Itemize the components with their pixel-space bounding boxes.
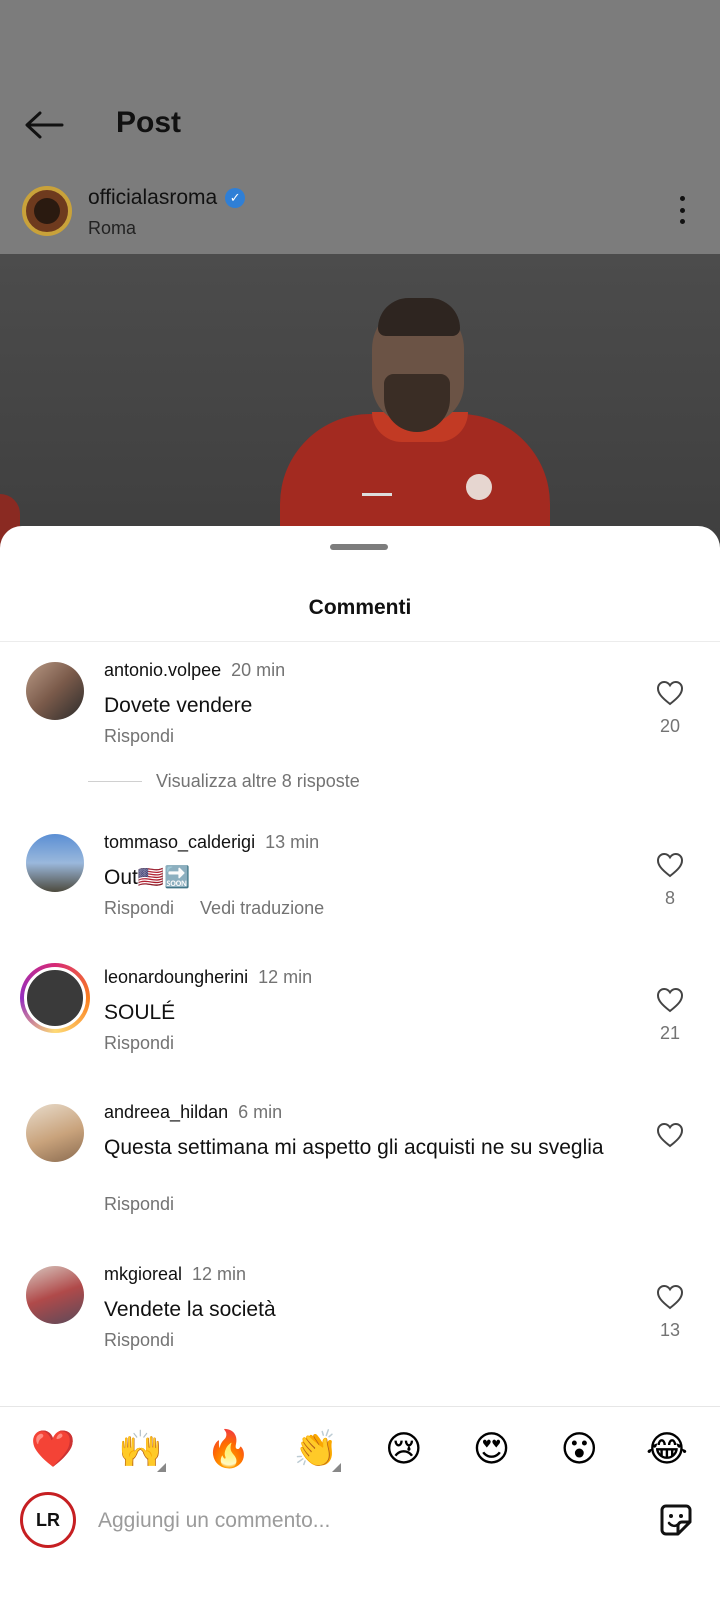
clapping-emoji-button[interactable]: 👏: [281, 1422, 351, 1478]
comment-username[interactable]: leonardoungherini: [104, 967, 248, 987]
like-count: 8: [664, 888, 675, 908]
comment-header: antonio.volpee 20 min: [104, 660, 285, 681]
comment-time: 20 min: [231, 660, 286, 680]
verified-badge-icon: ✓: [225, 188, 246, 208]
view-more-replies[interactable]: Visualizza altre 8 risposte: [88, 771, 360, 792]
reply-button[interactable]: Rispondi: [104, 726, 174, 747]
reply-button[interactable]: Rispondi: [104, 1330, 174, 1351]
comment-username[interactable]: tommaso_calderigi: [104, 832, 255, 852]
heart-eyes-emoji-button[interactable]: 😍: [457, 1422, 527, 1478]
commenter-avatar[interactable]: [26, 834, 84, 892]
comment-username[interactable]: andreea_hildan: [104, 1102, 228, 1122]
skin-tone-indicator-icon: [156, 1463, 166, 1472]
comment-header: tommaso_calderigi 13 min: [104, 832, 319, 853]
back-arrow-icon[interactable]: [24, 110, 64, 140]
sheet-drag-handle[interactable]: [330, 544, 388, 550]
like-control[interactable]: 20: [650, 680, 690, 737]
comment-username[interactable]: antonio.volpee: [104, 660, 221, 680]
quick-reactions-bar: ❤️ 🙌 🔥 👏 😢 😍 😮 😂: [18, 1422, 702, 1478]
page-title: Post: [116, 106, 182, 139]
account-username-label: officialasroma: [88, 186, 218, 209]
comment-time: 6 min: [238, 1102, 283, 1122]
surprised-emoji-button[interactable]: 😮: [544, 1422, 614, 1478]
comment-time: 12 min: [192, 1264, 247, 1284]
post-header: officialasroma ✓ Roma: [0, 178, 720, 250]
post-location[interactable]: Roma: [88, 218, 136, 239]
comment-username[interactable]: mkgioreal: [104, 1264, 182, 1284]
sticker-icon[interactable]: [656, 1500, 696, 1540]
comment-actions: Rispondi: [104, 726, 174, 747]
heart-icon[interactable]: [656, 852, 684, 878]
heart-icon[interactable]: [656, 1284, 684, 1310]
commenter-avatar: [24, 967, 86, 1029]
comment-time: 12 min: [258, 967, 313, 987]
reply-button[interactable]: Rispondi: [104, 1194, 174, 1215]
crying-emoji-button[interactable]: 😢: [369, 1422, 439, 1478]
more-options-icon[interactable]: [678, 196, 686, 224]
reply-button[interactable]: Rispondi: [104, 898, 174, 919]
comment-text: Vendete la società: [104, 1298, 276, 1321]
heart-icon[interactable]: [656, 680, 684, 706]
comment-header: mkgioreal 12 min: [104, 1264, 246, 1285]
like-control[interactable]: 21: [650, 987, 690, 1044]
commenter-avatar[interactable]: [26, 1266, 84, 1324]
like-count: 13: [659, 1320, 681, 1340]
heart-icon[interactable]: [656, 1122, 684, 1148]
skin-tone-indicator-icon: [332, 1463, 342, 1472]
comment-text: Dovete vendere: [104, 694, 253, 717]
divider: [0, 1406, 720, 1407]
like-control[interactable]: [650, 1122, 690, 1158]
comment-header: andreea_hildan 6 min: [104, 1102, 282, 1123]
comment-actions: Rispondi: [104, 1033, 174, 1054]
reply-button[interactable]: Rispondi: [104, 1033, 174, 1054]
comment-text: Questa settimana mi aspetto gli acquisti…: [104, 1136, 604, 1159]
comment-actions: Rispondi Vedi traduzione: [104, 898, 324, 919]
account-username[interactable]: officialasroma ✓: [88, 186, 246, 210]
comment-text: SOULÉ: [104, 1001, 176, 1024]
sheet-title: Commenti: [308, 596, 412, 619]
view-more-replies-label: Visualizza altre 8 risposte: [156, 771, 360, 791]
heart-emoji-button[interactable]: ❤️: [18, 1422, 88, 1478]
comment-input[interactable]: [98, 1504, 618, 1538]
like-control[interactable]: 8: [650, 852, 690, 909]
like-count: 20: [659, 716, 681, 736]
comment-header: leonardoungherini 12 min: [104, 967, 312, 988]
comment-actions: Rispondi: [104, 1194, 174, 1215]
top-bar: Post: [0, 90, 720, 160]
like-count: 21: [659, 1023, 681, 1043]
comment-text: Out🇺🇸🔜: [104, 866, 191, 889]
heart-icon[interactable]: [656, 987, 684, 1013]
current-user-avatar[interactable]: LR: [20, 1492, 76, 1548]
account-avatar[interactable]: [22, 186, 72, 236]
fire-emoji-button[interactable]: 🔥: [193, 1422, 263, 1478]
like-control[interactable]: 13: [650, 1284, 690, 1341]
comment-composer: LR: [0, 1488, 720, 1558]
commenter-avatar-story-ring[interactable]: [20, 963, 90, 1033]
post-image: [0, 254, 720, 560]
comment-time: 13 min: [265, 832, 320, 852]
laughing-emoji-button[interactable]: 😂: [632, 1422, 702, 1478]
commenter-avatar[interactable]: [26, 662, 84, 720]
wolf-logo-icon: [34, 198, 60, 224]
see-translation-button[interactable]: Vedi traduzione: [200, 898, 324, 919]
raised-hands-emoji-button[interactable]: 🙌: [106, 1422, 176, 1478]
divider: [0, 641, 720, 642]
commenter-avatar[interactable]: [26, 1104, 84, 1162]
replies-line: [88, 781, 142, 782]
comment-actions: Rispondi: [104, 1330, 174, 1351]
